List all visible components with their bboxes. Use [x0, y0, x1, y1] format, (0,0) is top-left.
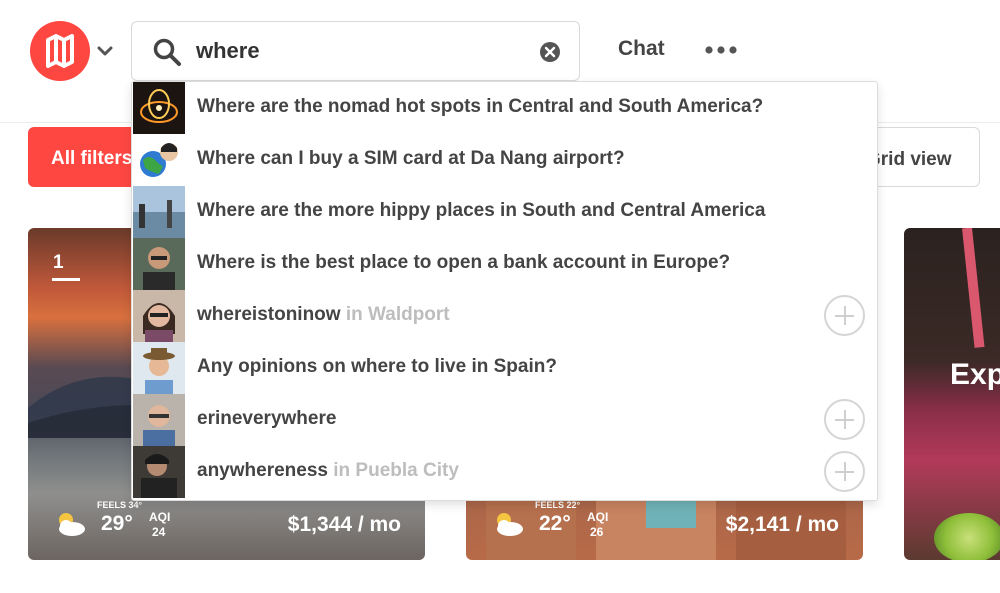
rank-underline [52, 278, 80, 281]
search-suggestions-dropdown: Where are the nomad hot spots in Central… [131, 81, 878, 501]
suggestion-text: anywhereness in Puebla City [197, 460, 459, 481]
suggestion-text: whereistoninow in Waldport [197, 304, 450, 325]
lime-slice [934, 513, 1000, 560]
man-hat-avatar [133, 342, 185, 394]
beach-photo-thumb [133, 186, 185, 238]
suggestion-location: in Puebla City [333, 460, 459, 481]
feels-like: FEELS 22° [535, 500, 581, 510]
suggestion-item[interactable]: erineverywhere [132, 394, 877, 446]
add-user-button[interactable] [824, 451, 865, 492]
search-input[interactable] [196, 34, 526, 68]
suggestion-text: Where is the best place to open a bank a… [197, 252, 731, 273]
fire-dancer-thumb [133, 82, 185, 134]
chevron-down-icon[interactable] [95, 41, 115, 61]
card-rank: 1 [53, 252, 64, 273]
temperature: 29° [101, 512, 133, 535]
cost-of-living: $2,141 / mo [725, 513, 839, 536]
page: Chat All filters Grid view 1 FEELS 34° 2… [0, 0, 1000, 593]
aqi-value: 24 [152, 525, 166, 539]
suggestion-location: in Waldport [345, 304, 450, 325]
temperature: 22° [539, 512, 571, 535]
suggestion-item[interactable]: anywhereness in Puebla City [132, 446, 877, 498]
partly-cloudy-icon [497, 513, 523, 536]
suggestion-item[interactable]: Where can I buy a SIM card at Da Nang ai… [132, 134, 877, 186]
suggestion-item[interactable]: Where are the more hippy places in South… [132, 186, 877, 238]
suggestion-item[interactable]: Any opinions on where to live in Spain? [132, 342, 877, 394]
man-dark-avatar [133, 446, 185, 498]
ellipsis-icon[interactable] [703, 40, 739, 60]
all-filters-button[interactable]: All filters [28, 127, 148, 187]
woman-scarf-avatar [133, 394, 185, 446]
search-icon [153, 38, 181, 66]
add-user-button[interactable] [824, 399, 865, 440]
suggestion-item[interactable]: whereistoninow in Waldport [132, 290, 877, 342]
drink-straw [962, 228, 985, 348]
suggestion-text: Any opinions on where to live in Spain? [197, 356, 557, 377]
nomad-list-logo-icon [46, 34, 74, 68]
chat-link[interactable]: Chat [618, 37, 665, 61]
globe-avatar-thumb [133, 134, 185, 186]
search-box [131, 21, 580, 81]
man-portrait-thumb [133, 238, 185, 290]
partly-cloudy-icon [59, 513, 85, 536]
add-user-button[interactable] [824, 295, 865, 336]
feels-like: FEELS 34° [97, 500, 143, 510]
clear-search-icon[interactable] [539, 41, 561, 63]
aqi-label: AQI [149, 510, 171, 524]
logo-button[interactable] [30, 21, 90, 81]
aqi-value: 26 [590, 525, 604, 539]
suggestion-item[interactable]: Where are the nomad hot spots in Central… [132, 82, 877, 134]
cost-of-living: $1,344 / mo [287, 513, 401, 536]
suggestion-text: Where are the more hippy places in South… [197, 200, 766, 221]
woman-glasses-avatar [133, 290, 185, 342]
suggestion-text: Where can I buy a SIM card at Da Nang ai… [197, 148, 625, 169]
suggestion-text: Where are the nomad hot spots in Central… [197, 96, 764, 117]
aqi-label: AQI [587, 510, 609, 524]
card-title: Exp [950, 358, 1000, 391]
suggestion-item[interactable]: Where is the best place to open a bank a… [132, 238, 877, 290]
experience-card[interactable]: Exp [904, 228, 1000, 560]
suggestion-text: erineverywhere [197, 408, 337, 429]
